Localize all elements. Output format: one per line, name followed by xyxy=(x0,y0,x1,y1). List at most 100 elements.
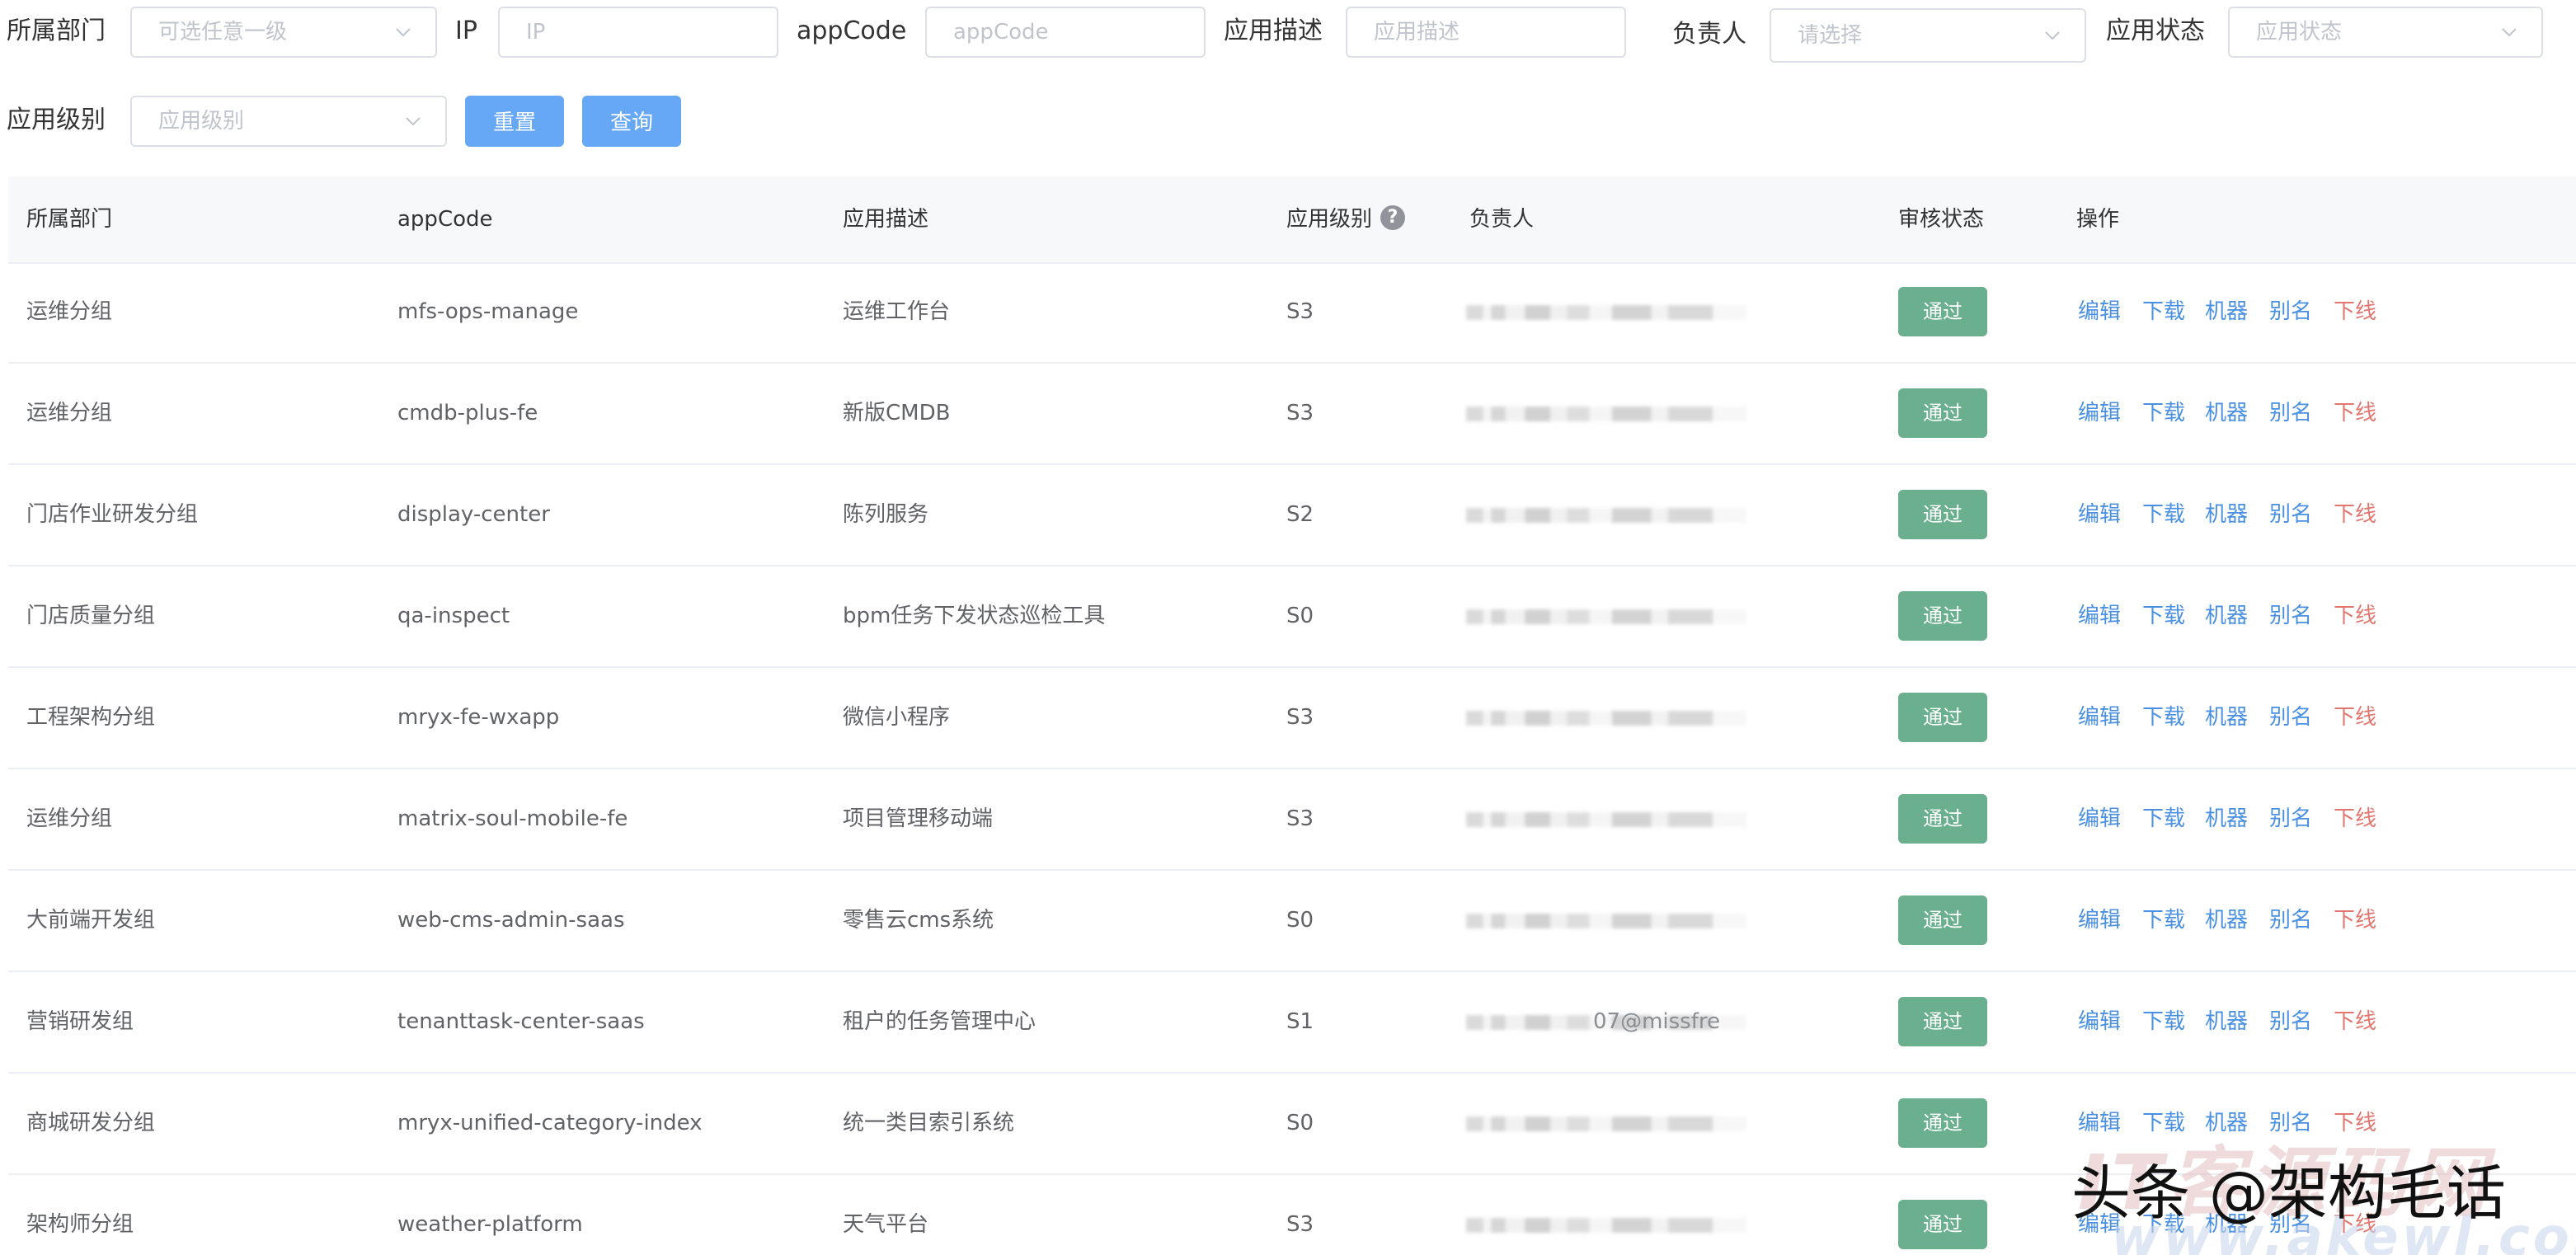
cell-level: S3 xyxy=(1286,299,1314,324)
question-circle-icon[interactable]: ? xyxy=(1380,204,1406,230)
cell-department: 商城研发分组 xyxy=(26,1111,156,1135)
edit-link[interactable]: 编辑 xyxy=(2078,1175,2121,1255)
offline-link[interactable]: 下线 xyxy=(2334,364,2376,463)
status-badge: 通过 xyxy=(1898,1098,1987,1148)
download-link[interactable]: 下载 xyxy=(2142,769,2185,869)
alias-link[interactable]: 别名 xyxy=(2269,1074,2312,1173)
cell-department: 工程架构分组 xyxy=(26,705,156,730)
owner-select[interactable]: 请选择 xyxy=(1770,8,2086,63)
header-department: 所属部门 xyxy=(26,207,113,232)
alias-link[interactable]: 别名 xyxy=(2269,769,2312,869)
desc-input[interactable] xyxy=(1346,7,1626,58)
machine-link[interactable]: 机器 xyxy=(2205,871,2248,971)
download-link[interactable]: 下载 xyxy=(2142,262,2185,362)
offline-link[interactable]: 下线 xyxy=(2334,1074,2376,1173)
edit-link[interactable]: 编辑 xyxy=(2078,566,2121,666)
status-select[interactable]: 应用状态 xyxy=(2228,7,2543,58)
table-row: 门店作业研发分组 display-center 陈列服务 S2 通过 编辑 下载 机器 别名 下线 xyxy=(8,465,2576,566)
appcode-input-field[interactable] xyxy=(953,8,1204,56)
offline-link[interactable]: 下线 xyxy=(2334,871,2376,971)
query-button[interactable]: 查询 xyxy=(582,96,681,147)
machine-link[interactable]: 机器 xyxy=(2205,1175,2248,1255)
alias-link[interactable]: 别名 xyxy=(2269,1175,2312,1255)
ip-input[interactable] xyxy=(498,7,778,58)
download-link[interactable]: 下载 xyxy=(2142,668,2185,768)
cell-desc: 运维工作台 xyxy=(843,299,951,324)
level-select[interactable]: 应用级别 xyxy=(130,96,447,147)
machine-link[interactable]: 机器 xyxy=(2205,769,2248,869)
download-link[interactable]: 下载 xyxy=(2142,871,2185,971)
download-link[interactable]: 下载 xyxy=(2142,1074,2185,1173)
download-link[interactable]: 下载 xyxy=(2142,1175,2185,1255)
cell-department: 营销研发组 xyxy=(26,1009,134,1034)
download-link[interactable]: 下载 xyxy=(2142,364,2185,463)
machine-link[interactable]: 机器 xyxy=(2205,668,2248,768)
alias-link[interactable]: 别名 xyxy=(2269,566,2312,666)
edit-link[interactable]: 编辑 xyxy=(2078,262,2121,362)
cell-level: S2 xyxy=(1286,502,1314,527)
ip-label: IP xyxy=(455,16,477,45)
edit-link[interactable]: 编辑 xyxy=(2078,1074,2121,1173)
edit-link[interactable]: 编辑 xyxy=(2078,769,2121,869)
cell-level: S0 xyxy=(1286,604,1314,628)
cell-desc: 项目管理移动端 xyxy=(843,806,994,831)
edit-link[interactable]: 编辑 xyxy=(2078,972,2121,1072)
ip-input-field[interactable] xyxy=(526,8,777,56)
status-badge: 通过 xyxy=(1898,490,1987,539)
cell-level: S3 xyxy=(1286,1212,1314,1237)
cell-owner: 07@missfre xyxy=(1593,1009,1720,1034)
alias-link[interactable]: 别名 xyxy=(2269,871,2312,971)
table-row: 大前端开发组 web-cms-admin-saas 零售云cms系统 S0 通过 编辑 下载… xyxy=(8,871,2576,972)
cell-desc: 零售云cms系统 xyxy=(843,908,994,933)
table-row: 商城研发分组 mryx-unified-category-index 统一类目索引系… xyxy=(8,1074,2576,1175)
cell-level: S0 xyxy=(1286,908,1314,933)
status-badge: 通过 xyxy=(1898,591,1987,641)
cell-level: S3 xyxy=(1286,401,1314,425)
status-label: 应用状态 xyxy=(2106,16,2205,45)
app-list-page: 所属部门 可选任意一级 IP appCode 应用描述 负责人 请选择 应用状态 xyxy=(0,0,2576,1255)
department-cascader[interactable]: 可选任意一级 xyxy=(130,7,437,58)
offline-link[interactable]: 下线 xyxy=(2334,262,2376,362)
alias-link[interactable]: 别名 xyxy=(2269,465,2312,565)
chevron-down-icon xyxy=(2043,26,2061,45)
offline-link[interactable]: 下线 xyxy=(2334,769,2376,869)
edit-link[interactable]: 编辑 xyxy=(2078,871,2121,971)
offline-link[interactable]: 下线 xyxy=(2334,1175,2376,1255)
offline-link[interactable]: 下线 xyxy=(2334,668,2376,768)
offline-link[interactable]: 下线 xyxy=(2334,566,2376,666)
download-link[interactable]: 下载 xyxy=(2142,566,2185,666)
download-link[interactable]: 下载 xyxy=(2142,972,2185,1072)
filter-bar: 所属部门 可选任意一级 IP appCode 应用描述 负责人 请选择 应用状态 xyxy=(0,0,2576,165)
cell-level: S0 xyxy=(1286,1111,1314,1135)
alias-link[interactable]: 别名 xyxy=(2269,364,2312,463)
owner-blurred xyxy=(1466,407,1746,421)
table-row: 门店质量分组 qa-inspect bpm任务下发状态巡检工具 S0 通过 编辑 下载 机器别… xyxy=(8,566,2576,668)
alias-link[interactable]: 别名 xyxy=(2269,262,2312,362)
desc-label: 应用描述 xyxy=(1224,16,1323,45)
cell-department: 大前端开发组 xyxy=(26,908,156,933)
machine-link[interactable]: 机器 xyxy=(2205,364,2248,463)
edit-link[interactable]: 编辑 xyxy=(2078,668,2121,768)
machine-link[interactable]: 机器 xyxy=(2205,972,2248,1072)
download-link[interactable]: 下载 xyxy=(2142,465,2185,565)
machine-link[interactable]: 机器 xyxy=(2205,566,2248,666)
desc-input-field[interactable] xyxy=(1374,8,1624,56)
reset-button[interactable]: 重置 xyxy=(465,96,564,147)
appcode-input[interactable] xyxy=(925,7,1206,58)
status-badge: 通过 xyxy=(1898,895,1987,945)
table-row: 运维分组 matrix-soul-mobile-fe 项目管理移动端 S3 通过 编辑 下载… xyxy=(8,769,2576,871)
cell-desc: 租户的任务管理中心 xyxy=(843,1009,1037,1034)
machine-link[interactable]: 机器 xyxy=(2205,1074,2248,1173)
alias-link[interactable]: 别名 xyxy=(2269,668,2312,768)
cell-department: 运维分组 xyxy=(26,299,113,324)
offline-link[interactable]: 下线 xyxy=(2334,972,2376,1072)
alias-link[interactable]: 别名 xyxy=(2269,972,2312,1072)
cell-department: 架构师分组 xyxy=(26,1212,134,1237)
machine-link[interactable]: 机器 xyxy=(2205,465,2248,565)
edit-link[interactable]: 编辑 xyxy=(2078,465,2121,565)
owner-blurred xyxy=(1466,711,1746,726)
offline-link[interactable]: 下线 xyxy=(2334,465,2376,565)
edit-link[interactable]: 编辑 xyxy=(2078,364,2121,463)
cell-appcode: web-cms-admin-saas xyxy=(397,908,625,933)
machine-link[interactable]: 机器 xyxy=(2205,262,2248,362)
